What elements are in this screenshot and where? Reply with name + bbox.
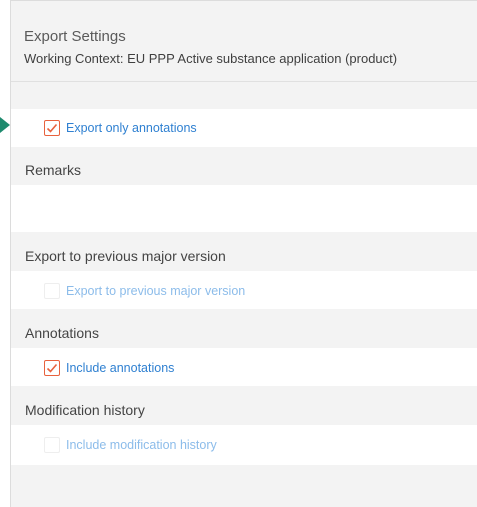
export-only-annotations-row: Export only annotations (11, 109, 477, 147)
modification-history-section-label: Modification history (25, 402, 145, 418)
export-settings-panel: Export Settings Working Context: EU PPP … (11, 1, 477, 507)
include-annotations-label[interactable]: Include annotations (66, 361, 174, 375)
modification-history-row: Include modification history (11, 425, 477, 465)
include-modification-history-checkbox[interactable] (44, 437, 60, 453)
working-context-label: Working Context: EU PPP Active substance… (24, 51, 398, 66)
export-only-annotations-checkbox[interactable] (44, 120, 60, 136)
include-annotations-checkbox[interactable] (44, 360, 60, 376)
remarks-field[interactable] (11, 185, 477, 232)
include-modification-history-label[interactable]: Include modification history (66, 438, 217, 452)
checkmark-icon (46, 363, 58, 373)
previous-version-checkbox-item[interactable]: Export to previous major version (44, 280, 245, 302)
export-only-annotations-checkbox-item[interactable]: Export only annotations (44, 117, 197, 139)
previous-version-option-label[interactable]: Export to previous major version (66, 284, 245, 298)
panel-header: Export Settings Working Context: EU PPP … (11, 1, 477, 82)
export-only-annotations-label[interactable]: Export only annotations (66, 121, 197, 135)
include-annotations-checkbox-item[interactable]: Include annotations (44, 357, 174, 379)
annotations-section-label: Annotations (25, 325, 99, 341)
include-modification-history-checkbox-item[interactable]: Include modification history (44, 434, 217, 456)
previous-version-section-label: Export to previous major version (25, 248, 226, 264)
pointer-arrow-icon (0, 117, 10, 133)
page-title: Export Settings (24, 28, 126, 45)
previous-version-checkbox[interactable] (44, 283, 60, 299)
previous-version-row: Export to previous major version (11, 271, 477, 309)
remarks-label: Remarks (25, 162, 82, 178)
checkmark-icon (46, 123, 58, 133)
annotations-row: Include annotations (11, 348, 477, 386)
